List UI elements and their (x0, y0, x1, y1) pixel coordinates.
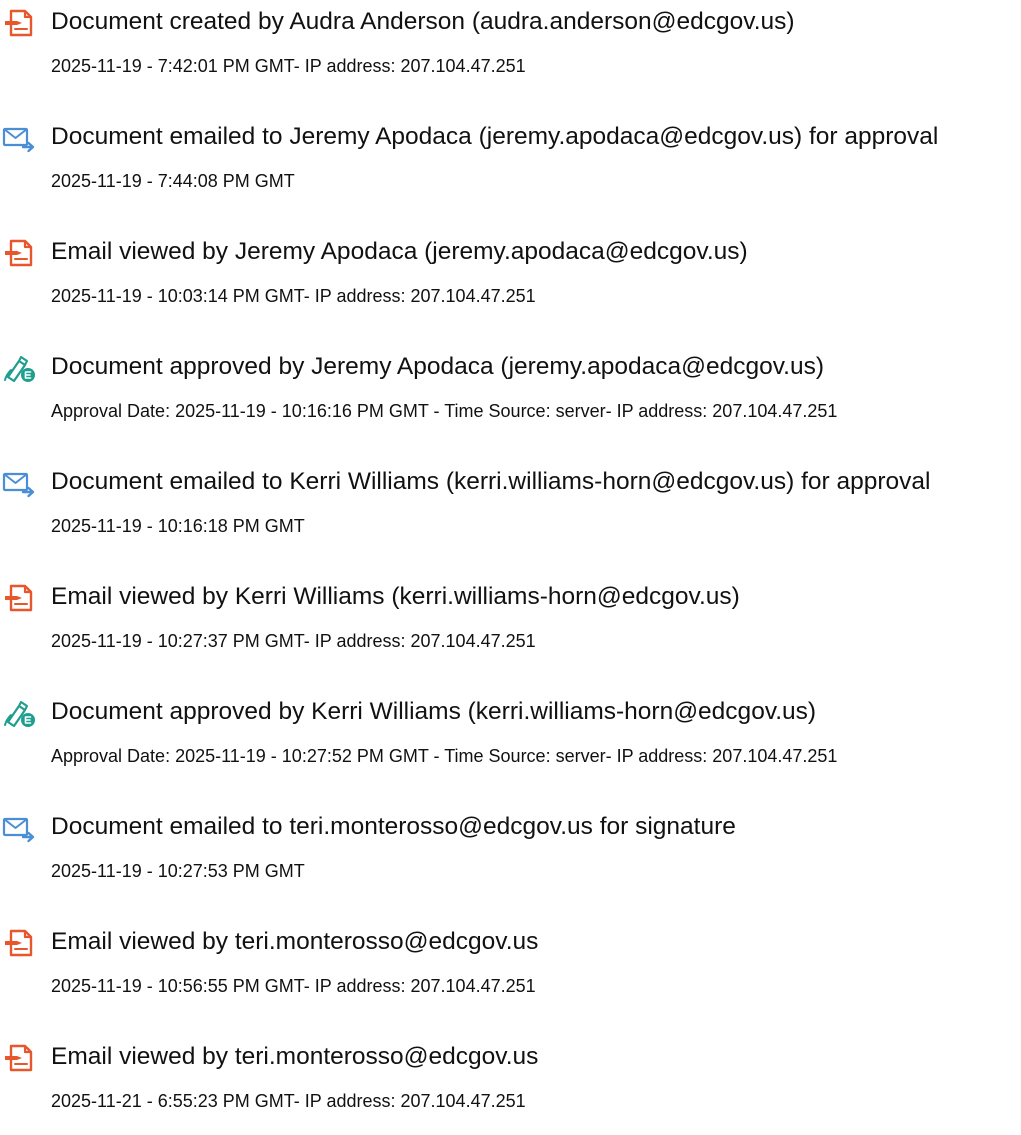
audit-event: Email viewed by Jeremy Apodaca (jeremy.a… (0, 230, 1021, 330)
audit-event: Document approved by Kerri Williams (ker… (0, 690, 1021, 790)
email-sent-icon (2, 124, 36, 154)
document-icon (2, 9, 36, 39)
audit-event: Document emailed to Jeremy Apodaca (jere… (0, 115, 1021, 215)
document-icon (2, 1044, 36, 1074)
event-detail: 2025-11-21 - 6:55:23 PM GMT- IP address:… (51, 1091, 526, 1111)
event-title: Document emailed to Kerri Williams (kerr… (51, 468, 931, 495)
document-icon (2, 584, 36, 614)
document-icon (2, 929, 36, 959)
event-detail: 2025-11-19 - 7:42:01 PM GMT- IP address:… (51, 56, 526, 76)
event-title: Email viewed by Jeremy Apodaca (jeremy.a… (51, 238, 748, 265)
event-title: Email viewed by teri.monterosso@edcgov.u… (51, 1043, 539, 1070)
event-title: Document approved by Jeremy Apodaca (jer… (51, 353, 824, 380)
event-title: Email viewed by teri.monterosso@edcgov.u… (51, 928, 539, 955)
audit-event: Document emailed to teri.monterosso@edcg… (0, 805, 1021, 905)
event-detail: 2025-11-19 - 10:27:37 PM GMT- IP address… (51, 631, 536, 651)
event-title: Document emailed to teri.monterosso@edcg… (51, 813, 736, 840)
audit-event: Email viewed by Kerri Williams (kerri.wi… (0, 575, 1021, 675)
email-sent-icon (2, 814, 36, 844)
event-detail: 2025-11-19 - 10:27:53 PM GMT (51, 861, 305, 881)
audit-event: Email viewed by teri.monterosso@edcgov.u… (0, 1035, 1021, 1135)
event-detail: 2025-11-19 - 10:03:14 PM GMT- IP address… (51, 286, 536, 306)
event-detail: 2025-11-19 - 7:44:08 PM GMT (51, 171, 295, 191)
approve-pen-icon (2, 699, 36, 729)
event-detail: Approval Date: 2025-11-19 - 10:16:16 PM … (51, 401, 838, 421)
event-title: Email viewed by Kerri Williams (kerri.wi… (51, 583, 740, 610)
document-icon (2, 239, 36, 269)
event-detail: 2025-11-19 - 10:16:18 PM GMT (51, 516, 305, 536)
event-title: Document created by Audra Anderson (audr… (51, 8, 795, 35)
audit-event: Document emailed to Kerri Williams (kerr… (0, 460, 1021, 560)
email-sent-icon (2, 469, 36, 499)
event-title: Document emailed to Jeremy Apodaca (jere… (51, 123, 939, 150)
audit-event: Email viewed by teri.monterosso@edcgov.u… (0, 920, 1021, 1020)
event-detail: 2025-11-19 - 10:56:55 PM GMT- IP address… (51, 976, 536, 996)
approve-pen-icon (2, 354, 36, 384)
audit-event: Document created by Audra Anderson (audr… (0, 0, 1021, 100)
event-title: Document approved by Kerri Williams (ker… (51, 698, 817, 725)
event-detail: Approval Date: 2025-11-19 - 10:27:52 PM … (51, 746, 838, 766)
audit-event: Document approved by Jeremy Apodaca (jer… (0, 345, 1021, 445)
